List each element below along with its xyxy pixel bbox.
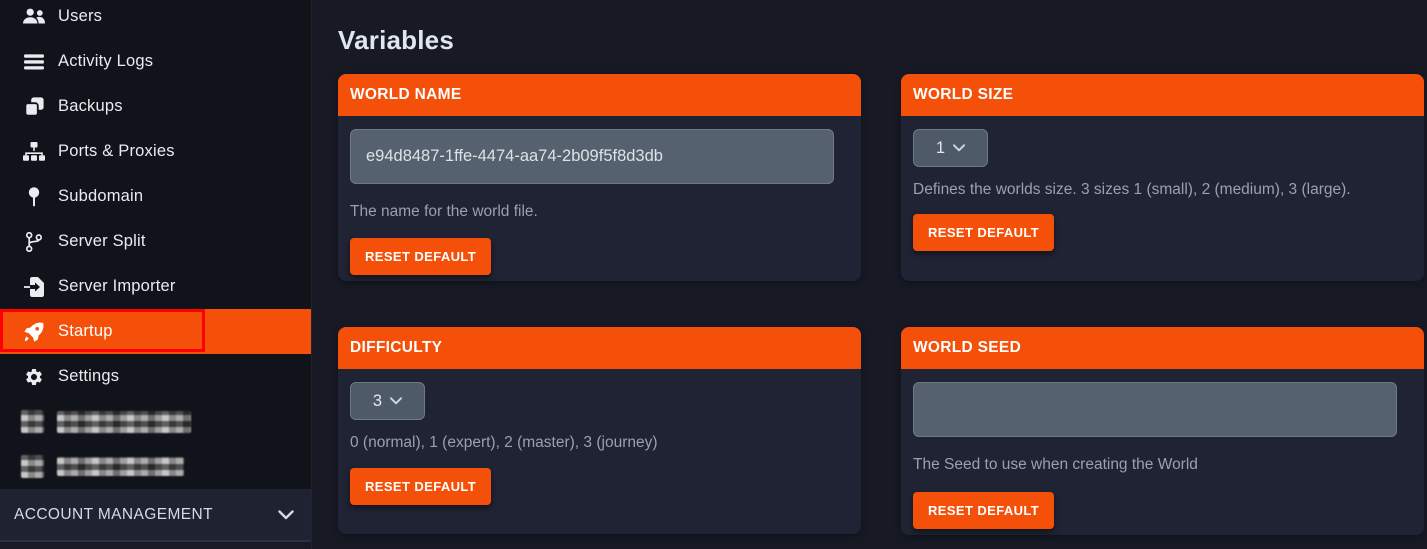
sidebar-item-label: Server Split <box>58 232 146 251</box>
server-importer-icon <box>21 277 47 297</box>
sidebar-item-label: Users <box>58 7 102 26</box>
sidebar-item-label: Subdomain <box>58 187 143 206</box>
card-title: WORLD NAME <box>338 74 861 116</box>
sidebar-item-label: Activity Logs <box>58 52 153 71</box>
sidebar-item-server-importer[interactable]: Server Importer <box>0 264 311 309</box>
chevron-down-icon <box>278 510 294 520</box>
redacted-label <box>57 457 184 476</box>
select-value: 1 <box>936 139 945 158</box>
sidebar-item-label: Server Importer <box>58 277 176 296</box>
sidebar-item-redacted[interactable] <box>0 399 311 444</box>
server-panel: Users Activity Logs <box>0 0 1427 549</box>
difficulty-select[interactable]: 3 <box>350 382 425 420</box>
page-title: Variables <box>338 25 454 56</box>
redacted-icon <box>21 455 44 478</box>
chevron-down-icon <box>390 397 402 405</box>
sidebar-item-label: Startup <box>58 322 113 341</box>
startup-icon <box>21 321 47 342</box>
account-management-section[interactable]: ACCOUNT MANAGEMENT <box>0 489 311 540</box>
reset-default-button[interactable]: RESET DEFAULT <box>350 468 491 505</box>
backups-icon <box>21 97 47 116</box>
reset-default-button[interactable]: RESET DEFAULT <box>350 238 491 275</box>
reset-default-button[interactable]: RESET DEFAULT <box>913 214 1054 251</box>
sidebar-bottom-strip <box>0 542 311 549</box>
card-title: WORLD SIZE <box>901 74 1424 116</box>
world-seed-input[interactable] <box>913 382 1397 437</box>
main-content: Variables WORLD NAME The name for the wo… <box>311 0 1427 549</box>
world-size-select[interactable]: 1 <box>913 129 988 167</box>
server-split-icon <box>21 232 47 252</box>
sidebar-item-startup[interactable]: Startup <box>0 309 311 354</box>
variable-card-difficulty: DIFFICULTY 3 0 (normal), 1 (expert), 2 (… <box>338 327 861 534</box>
activity-logs-icon <box>21 54 47 70</box>
variable-card-world-name: WORLD NAME The name for the world file. … <box>338 74 861 281</box>
sidebar-item-activity-logs[interactable]: Activity Logs <box>0 39 311 84</box>
sidebar-item-server-split[interactable]: Server Split <box>0 219 311 264</box>
world-name-input[interactable] <box>350 129 834 184</box>
sidebar-item-ports-proxies[interactable]: Ports & Proxies <box>0 129 311 174</box>
redacted-label <box>57 411 191 433</box>
sidebar-item-users[interactable]: Users <box>0 0 311 39</box>
variable-card-world-size: WORLD SIZE 1 Defines the worlds size. 3 … <box>901 74 1424 281</box>
variable-description: The Seed to use when creating the World <box>913 452 1412 477</box>
variable-card-world-seed: WORLD SEED The Seed to use when creating… <box>901 327 1424 535</box>
sidebar-item-label: Backups <box>58 97 123 116</box>
sidebar-item-label: Ports & Proxies <box>58 142 175 161</box>
ports-proxies-icon <box>21 142 47 161</box>
select-value: 3 <box>373 392 382 411</box>
sidebar-item-subdomain[interactable]: Subdomain <box>0 174 311 219</box>
sidebar-item-backups[interactable]: Backups <box>0 84 311 129</box>
card-title: WORLD SEED <box>901 327 1424 369</box>
redacted-icon <box>21 410 44 433</box>
settings-icon <box>21 367 47 387</box>
variable-description: 0 (normal), 1 (expert), 2 (master), 3 (j… <box>350 430 849 455</box>
reset-default-button[interactable]: RESET DEFAULT <box>913 492 1054 529</box>
subdomain-icon <box>21 187 47 207</box>
variable-description: The name for the world file. <box>350 199 849 224</box>
variable-description: Defines the worlds size. 3 sizes 1 (smal… <box>913 177 1412 202</box>
users-icon <box>21 7 47 26</box>
section-label: ACCOUNT MANAGEMENT <box>14 506 213 524</box>
sidebar-item-settings[interactable]: Settings <box>0 354 311 399</box>
sidebar-item-label: Settings <box>58 367 119 386</box>
card-title: DIFFICULTY <box>338 327 861 369</box>
sidebar: Users Activity Logs <box>0 0 311 549</box>
sidebar-item-redacted[interactable] <box>0 444 311 489</box>
chevron-down-icon <box>953 144 965 152</box>
sidebar-nav: Users Activity Logs <box>0 0 311 489</box>
